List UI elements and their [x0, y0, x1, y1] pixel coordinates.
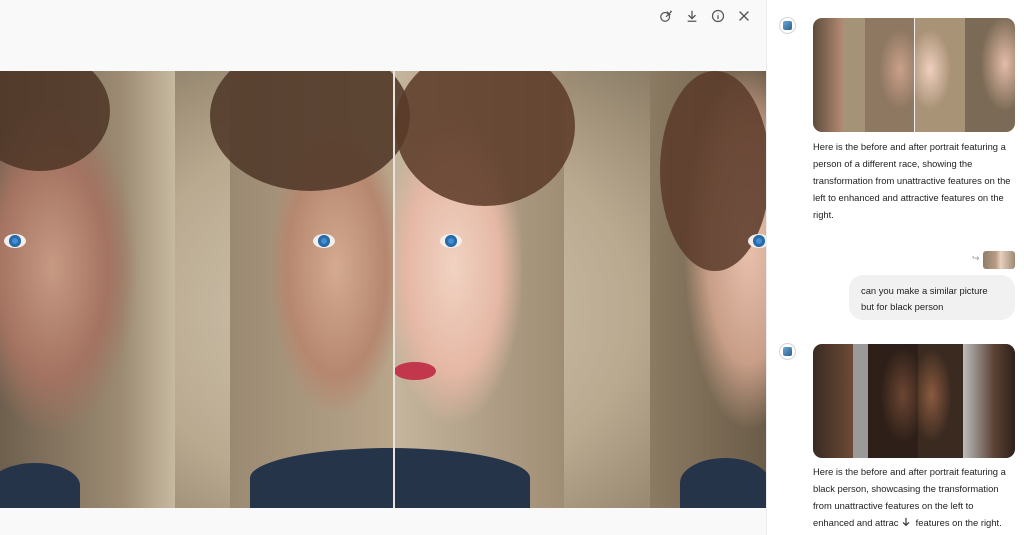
- image-viewer: [0, 0, 766, 535]
- assistant-message-1: Here is the before and after portrait fe…: [813, 141, 1011, 220]
- chat-panel: Here is the before and after portrait fe…: [766, 0, 1024, 535]
- image-thumbnail-1[interactable]: [813, 18, 1015, 132]
- close-icon[interactable]: [736, 8, 752, 24]
- shirt: [250, 448, 530, 508]
- lips: [394, 362, 436, 380]
- assistant-avatar: [779, 17, 796, 34]
- viewer-toolbar: [658, 8, 752, 24]
- thumb-face: [918, 344, 963, 458]
- scroll-down-button[interactable]: [898, 514, 914, 530]
- shirt-left: [0, 463, 80, 508]
- image-thumbnail-2[interactable]: [813, 344, 1015, 458]
- assistant-avatar: [779, 343, 796, 360]
- attached-image-thumbnail[interactable]: [983, 251, 1015, 269]
- thumb-face: [865, 18, 915, 132]
- thumb-face: [915, 18, 965, 132]
- thumb-face: [868, 344, 918, 458]
- eye: [748, 234, 766, 248]
- eye: [440, 234, 462, 248]
- eye: [313, 234, 335, 248]
- before-after-divider: [393, 71, 395, 508]
- user-message: can you make a similar picture but for b…: [849, 275, 1015, 320]
- eye: [4, 234, 26, 248]
- reply-arrow-icon: ↪: [972, 253, 980, 263]
- arrow-down-icon: [902, 517, 910, 527]
- assistant-message-2: Here is the before and after portrait fe…: [813, 466, 1006, 528]
- thumb-face: [965, 18, 1015, 132]
- generated-image: [0, 71, 766, 508]
- thumb-face: [813, 18, 843, 132]
- info-icon[interactable]: [710, 8, 726, 24]
- thumb-face: [813, 344, 853, 458]
- shirt-right: [680, 458, 766, 508]
- edit-image-icon[interactable]: [658, 8, 674, 24]
- thumb-face: [963, 344, 1015, 458]
- download-icon[interactable]: [684, 8, 700, 24]
- app-root: Here is the before and after portrait fe…: [0, 0, 1024, 535]
- assistant-logo-icon: [783, 347, 792, 356]
- thumb-divider: [914, 18, 915, 132]
- assistant-logo-icon: [783, 21, 792, 30]
